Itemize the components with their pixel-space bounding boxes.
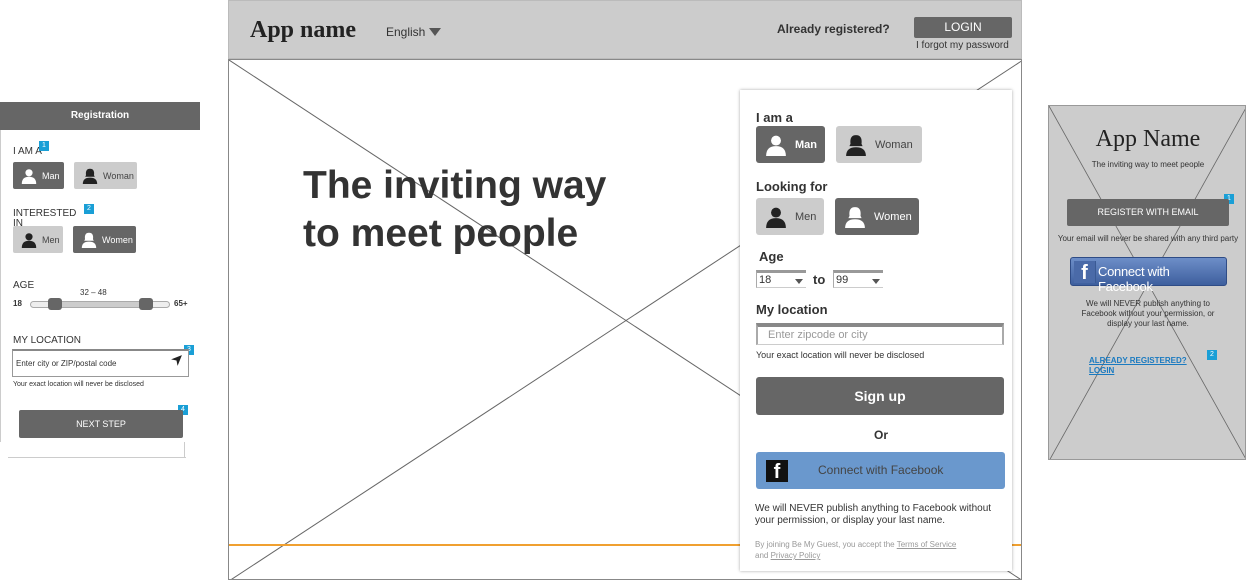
mobile-registration-screen: Registration I AM A 1 Man Woman INTEREST…	[0, 102, 200, 460]
location-input-text: Enter city or ZIP/postal code	[16, 359, 117, 368]
woman-option[interactable]: Woman	[836, 126, 922, 163]
women-option-label: Women	[874, 210, 912, 223]
women-option[interactable]: Women	[835, 198, 919, 235]
already-registered-text: Already registered?	[777, 22, 890, 36]
terms-link[interactable]: Terms of Service	[897, 540, 957, 549]
next-step-button[interactable]: NEXT STEP	[19, 410, 183, 438]
age-to-word: to	[813, 272, 826, 287]
man-option[interactable]: Man	[13, 162, 64, 189]
men-option-label: Men	[42, 234, 60, 245]
facebook-button-label: Connect with Facebook	[1098, 264, 1170, 294]
person-female-icon	[845, 206, 865, 228]
location-note: Your exact location will never be disclo…	[756, 350, 925, 360]
language-selector[interactable]: English	[386, 25, 442, 39]
women-option-label: Women	[102, 234, 133, 245]
top-bar: App name English Already registered? LOG…	[228, 0, 1022, 59]
woman-option-label: Woman	[103, 170, 134, 181]
hero-line-2: to meet people	[303, 212, 579, 255]
location-placeholder: Enter zipcode or city	[768, 329, 868, 341]
hero-line-1: The inviting way	[303, 164, 607, 207]
annotation-badge: 2	[1207, 350, 1217, 360]
person-icon	[21, 168, 37, 184]
app-logo[interactable]: App name	[250, 17, 356, 44]
woman-option[interactable]: Woman	[74, 162, 137, 189]
age-min: 18	[13, 299, 22, 308]
connect-facebook-button[interactable]: f Connect with Facebook	[1070, 257, 1227, 294]
language-value: English	[386, 25, 426, 39]
registration-header: Registration	[0, 102, 200, 130]
app-logo: App Name	[1095, 126, 1201, 152]
annotation-badge: 2	[84, 204, 94, 214]
connect-facebook-button[interactable]: f Connect with Facebook	[756, 452, 1005, 489]
men-option[interactable]: Men	[756, 198, 824, 235]
age-to-value: 99	[836, 274, 849, 286]
man-option-label: Man	[42, 170, 60, 181]
hero-headline: The inviting way to meet people	[303, 162, 663, 258]
location-arrow-icon[interactable]	[170, 354, 183, 367]
women-option[interactable]: Women	[73, 226, 136, 253]
location-note: Your exact location will never be disclo…	[13, 381, 144, 388]
facebook-icon: f	[766, 460, 788, 483]
men-option-label: Men	[795, 210, 817, 223]
already-registered-link[interactable]: ALREADY REGISTERED? LOGIN	[1089, 356, 1187, 376]
person-icon	[766, 207, 786, 228]
age-slider-range	[55, 302, 147, 307]
annotation-badge: 1	[39, 141, 49, 151]
age-from-select[interactable]: 18	[756, 270, 806, 288]
register-email-button[interactable]: REGISTER WITH EMAIL	[1067, 199, 1229, 226]
person-icon	[21, 232, 37, 248]
person-female-icon	[846, 134, 866, 156]
frame-edge	[184, 442, 185, 458]
never-publish-note: We will NEVER publish anything to Facebo…	[755, 503, 992, 526]
legal-text: By joining Be My Guest, you accept the T…	[755, 539, 1005, 561]
mobile-welcome-screen: App Name The inviting way to meet people…	[1048, 105, 1246, 460]
man-option[interactable]: Man	[756, 126, 825, 163]
location-input[interactable]: Enter zipcode or city	[756, 323, 1004, 345]
never-publish-note: We will NEVER publish anything to Facebo…	[1081, 299, 1215, 328]
caret-down-icon	[872, 279, 880, 284]
email-note: Your email will never be shared with any…	[1057, 234, 1239, 243]
age-range-value: 32 – 48	[80, 288, 107, 297]
age-slider-max-thumb[interactable]	[139, 298, 153, 310]
age-from-value: 18	[759, 274, 772, 286]
location-input[interactable]: Enter city or ZIP/postal code	[12, 349, 189, 377]
i-am-label: I AM A	[13, 146, 42, 157]
location-label: MY LOCATION	[13, 335, 81, 346]
caret-down-icon	[795, 279, 803, 284]
person-icon	[766, 135, 786, 156]
man-option-label: Man	[795, 138, 817, 151]
age-to-select[interactable]: 99	[833, 270, 883, 288]
tagline: The inviting way to meet people	[1091, 160, 1205, 169]
privacy-link[interactable]: Privacy Policy	[771, 551, 821, 560]
i-am-label: I am a	[756, 110, 793, 125]
frame-edge	[0, 102, 1, 442]
legal-prefix: By joining Be My Guest, you accept the	[755, 540, 895, 549]
looking-for-label: Looking for	[756, 179, 828, 194]
login-link[interactable]: LOGIN	[1089, 366, 1187, 376]
or-divider: Or	[874, 428, 889, 442]
caret-down-icon	[429, 28, 442, 36]
person-female-icon	[81, 232, 97, 248]
login-button[interactable]: LOGIN	[914, 17, 1012, 38]
facebook-button-label: Connect with Facebook	[818, 463, 944, 477]
age-label: Age	[759, 249, 784, 264]
desktop-landing-page: App name English Already registered? LOG…	[228, 0, 1022, 580]
location-label: My location	[756, 302, 828, 317]
legal-and: and	[755, 551, 769, 560]
age-label: AGE	[13, 280, 35, 291]
woman-option-label: Woman	[875, 138, 913, 151]
signup-button[interactable]: Sign up	[756, 377, 1004, 415]
forgot-password-link[interactable]: I forgot my password	[916, 40, 1009, 51]
age-slider-min-thumb[interactable]	[48, 298, 62, 310]
men-option[interactable]: Men	[13, 226, 63, 253]
person-female-icon	[82, 168, 98, 184]
age-max: 65+	[174, 299, 188, 308]
already-registered-text: ALREADY REGISTERED?	[1089, 356, 1187, 365]
signup-form-card: I am a Man Woman Looking for Men Women A…	[740, 90, 1012, 571]
facebook-icon: f	[1074, 261, 1096, 284]
frame-edge	[8, 457, 186, 458]
